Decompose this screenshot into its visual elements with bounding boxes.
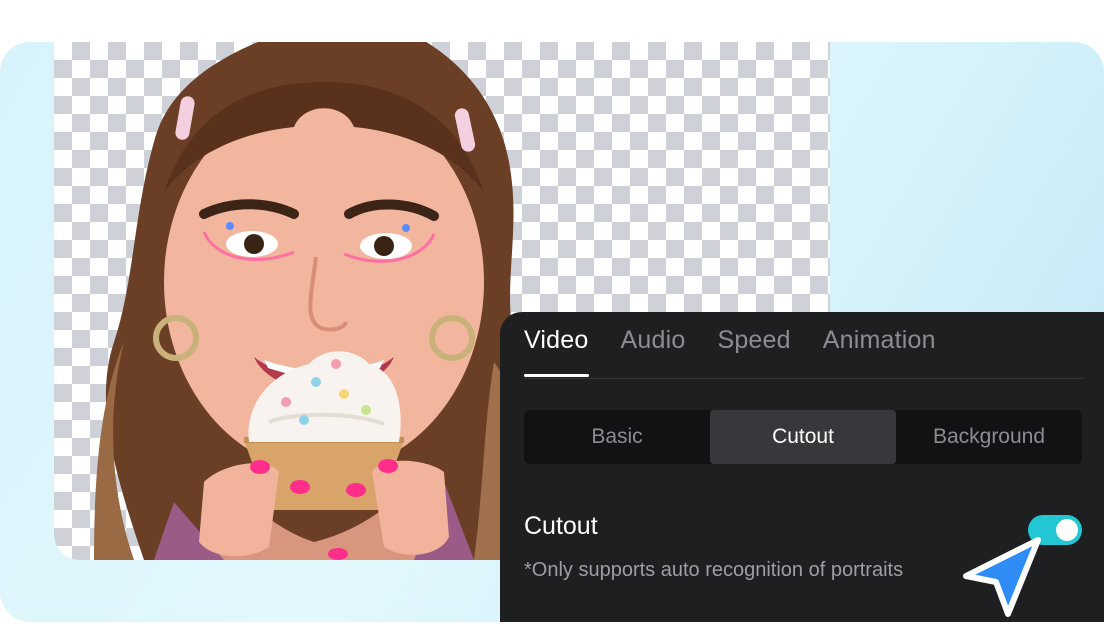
cutout-setting-note: *Only supports auto recognition of portr… bbox=[524, 559, 904, 581]
tab-animation[interactable]: Animation bbox=[823, 326, 936, 377]
subtab-cutout[interactable]: Cutout bbox=[710, 410, 896, 464]
cutout-setting-label: Cutout bbox=[524, 512, 598, 540]
tab-video[interactable]: Video bbox=[524, 326, 589, 377]
properties-panel: Video Audio Speed Animation Basic Cutout… bbox=[500, 312, 1104, 622]
tab-audio[interactable]: Audio bbox=[621, 326, 686, 377]
tabs-divider bbox=[524, 378, 1084, 379]
pointer-cursor-icon bbox=[963, 537, 1041, 617]
toggle-knob bbox=[1056, 519, 1078, 541]
panel-tabs: Video Audio Speed Animation bbox=[524, 326, 968, 377]
video-subtabs: Basic Cutout Background bbox=[524, 410, 1082, 464]
tab-speed[interactable]: Speed bbox=[717, 326, 790, 377]
subtab-basic[interactable]: Basic bbox=[524, 410, 710, 464]
subtab-background[interactable]: Background bbox=[896, 410, 1082, 464]
